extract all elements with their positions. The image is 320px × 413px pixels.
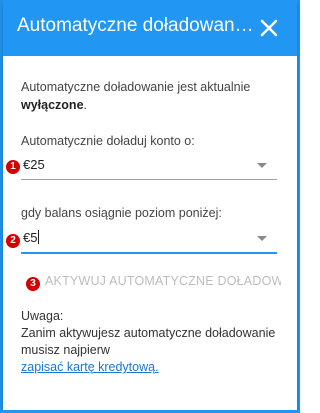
text-cursor (38, 230, 40, 244)
status-line: Automatyczne doładowanie jest aktualnie (21, 80, 251, 94)
status-text: Automatyczne doładowanie jest aktualnie … (21, 78, 281, 114)
annotation-badge-2: 2 (5, 233, 21, 249)
note-section: Uwaga: Zanim aktywujesz automatyczne doł… (21, 308, 281, 376)
threshold-value-text: €5 (23, 230, 38, 245)
annotation-badge-1: 1 (5, 159, 21, 175)
chevron-down-icon (257, 163, 267, 168)
dialog-header: Automatyczne doładowanie… (3, 0, 297, 56)
annotation-badge-3: 3 (25, 276, 41, 292)
threshold-select[interactable]: €5 (21, 226, 277, 254)
status-state: wyłączone (21, 98, 84, 112)
note-text: Zanim aktywujesz automatyczne doładowani… (21, 326, 276, 357)
chevron-down-icon (257, 236, 267, 241)
status-suffix: . (83, 98, 88, 112)
save-card-link[interactable]: zapisać kartę kredytową. (21, 360, 159, 374)
topup-amount-select[interactable]: €25 (21, 153, 277, 180)
threshold-value: €5 (23, 230, 40, 245)
auto-topup-dialog: Automatyczne doładowanie… Automatyczne d… (3, 0, 297, 410)
topup-amount-label: Automatycznie doładuj konto o: (21, 134, 195, 148)
dialog-title: Automatyczne doładowanie… (17, 15, 255, 36)
close-button[interactable] (255, 14, 283, 42)
activate-auto-topup-button[interactable]: AKTYWUJ AUTOMATYCZNE DOŁADOWANIE (45, 274, 281, 288)
threshold-label: gdy balans osiągnie poziom poniżej: (21, 206, 222, 220)
topup-amount-value: €25 (23, 157, 45, 172)
close-icon (260, 19, 278, 37)
note-heading: Uwaga: (21, 309, 64, 323)
